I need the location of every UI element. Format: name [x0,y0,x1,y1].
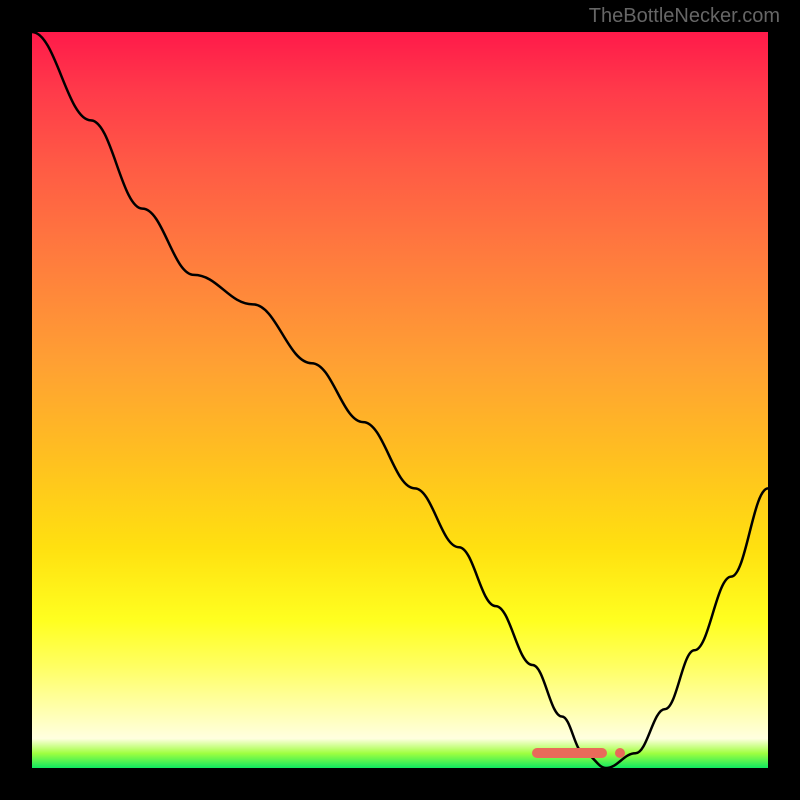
optimal-range-marker [532,748,606,758]
bottleneck-curve [32,32,768,768]
watermark-text: TheBottleNecker.com [589,5,780,28]
